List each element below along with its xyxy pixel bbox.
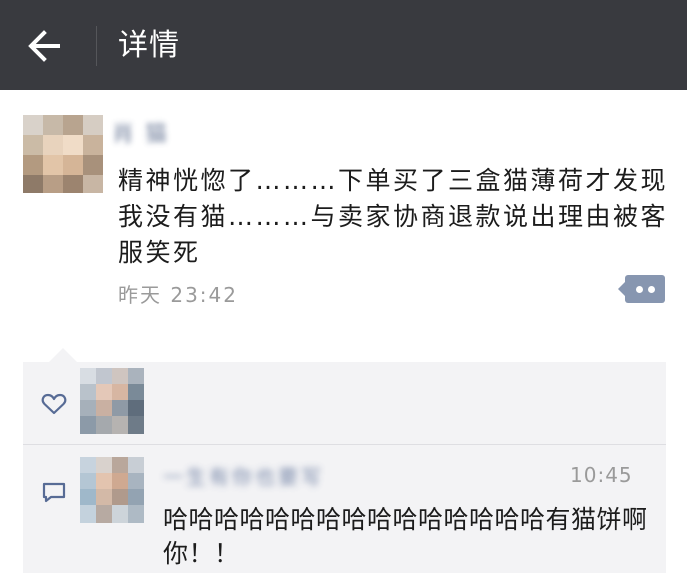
post-author-name[interactable]: 肖 猫 (112, 116, 192, 147)
commenter-avatar[interactable] (80, 457, 144, 523)
back-button[interactable] (22, 22, 70, 70)
likes-row (23, 362, 666, 444)
arrow-left-icon (28, 30, 60, 62)
comment-bubble-icon (42, 482, 66, 503)
commenter-name[interactable]: 一生有你也要写 (163, 461, 363, 489)
interactions-panel: 一生有你也要写 10:45 哈哈哈哈哈哈哈哈哈哈哈哈哈哈哈有猫饼啊你！！ (23, 348, 666, 573)
commenter-name-text: 一生有你也要写 (163, 465, 324, 489)
more-actions-button[interactable] (618, 275, 665, 303)
page-title: 详情 (118, 28, 180, 63)
more-dots-icon (636, 286, 643, 293)
comment-timestamp: 10:45 (570, 463, 633, 487)
post-author-name-text: 肖 猫 (112, 122, 169, 147)
liker-avatar[interactable] (80, 368, 144, 434)
comment-item[interactable]: 一生有你也要写 10:45 哈哈哈哈哈哈哈哈哈哈哈哈哈哈哈有猫饼啊你！！ (23, 445, 666, 573)
topbar-divider (96, 26, 97, 66)
post-content: 精神恍惚了………下单买了三盒猫薄荷才发现我没有猫………与卖家协商退款说出理由被客… (118, 166, 669, 267)
post-timestamp: 昨天 23:42 (118, 283, 238, 307)
top-bar: 详情 (0, 0, 687, 90)
comment-text: 哈哈哈哈哈哈哈哈哈哈哈哈哈哈哈有猫饼啊你！！ (163, 505, 648, 568)
more-dots-icon (648, 286, 655, 293)
post-author-avatar[interactable] (23, 115, 103, 193)
heart-icon (41, 393, 67, 415)
